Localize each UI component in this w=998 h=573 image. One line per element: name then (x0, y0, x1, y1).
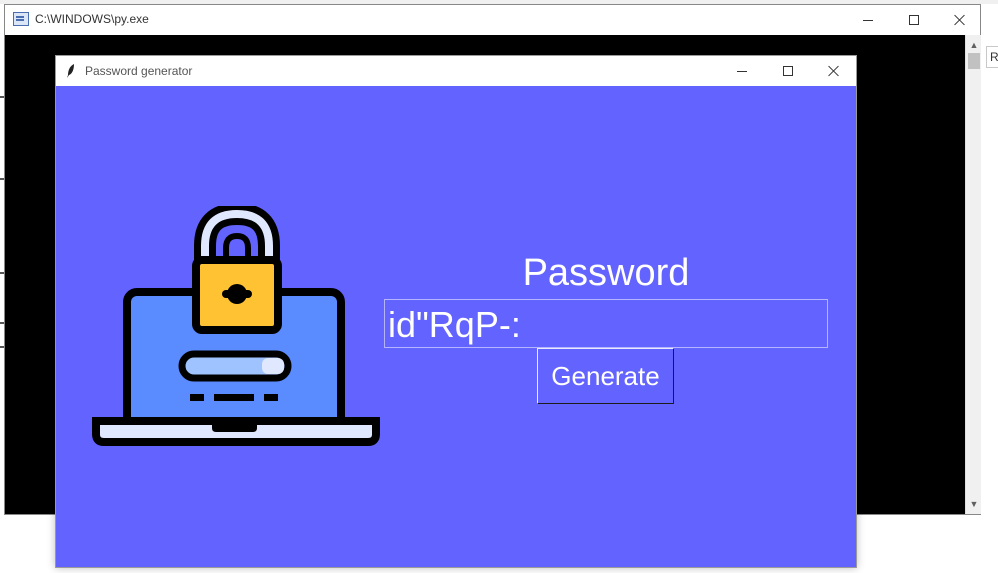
console-minimize-button[interactable] (845, 5, 891, 35)
maximize-icon (909, 15, 919, 25)
laptop-lock-illustration (92, 206, 380, 446)
keyhole-bar (222, 290, 252, 298)
app-minimize-button[interactable] (719, 56, 765, 86)
console-title: C:\WINDOWS\py.exe (35, 12, 149, 26)
password-value: id"RqP-: (388, 304, 521, 345)
app-title: Password generator (85, 64, 193, 78)
password-entry[interactable]: id"RqP-: (384, 299, 828, 348)
close-icon (828, 65, 840, 77)
minimize-icon (737, 70, 747, 72)
generate-button[interactable]: Generate (537, 348, 674, 404)
console-close-button[interactable] (937, 5, 983, 35)
screen-dash (214, 394, 254, 401)
console-scrollbar[interactable]: ▲ ▼ (965, 35, 981, 514)
maximize-icon (783, 66, 793, 76)
scroll-thumb[interactable] (968, 53, 980, 69)
console-maximize-button[interactable] (891, 5, 937, 35)
password-label: Password (522, 252, 690, 294)
password-generator-window: Password generator Password id"RqP-: Gen… (55, 55, 857, 568)
console-titlebar[interactable]: C:\WINDOWS\py.exe (5, 5, 980, 35)
app-titlebar[interactable]: Password generator (56, 56, 856, 86)
console-icon (13, 12, 29, 26)
app-maximize-button[interactable] (765, 56, 811, 86)
minimize-icon (863, 19, 873, 21)
feather-icon (67, 64, 74, 78)
app-close-button[interactable] (811, 56, 857, 86)
background-right-label: R (986, 46, 998, 68)
background-right-edge (981, 36, 998, 516)
laptop-notch (212, 424, 257, 432)
screen-field-highlight (262, 358, 284, 374)
scroll-down-icon[interactable]: ▼ (966, 496, 982, 512)
screen-dash (264, 394, 278, 401)
scroll-up-icon[interactable]: ▲ (966, 37, 982, 53)
close-icon (954, 14, 966, 26)
screen-dash (190, 394, 204, 401)
